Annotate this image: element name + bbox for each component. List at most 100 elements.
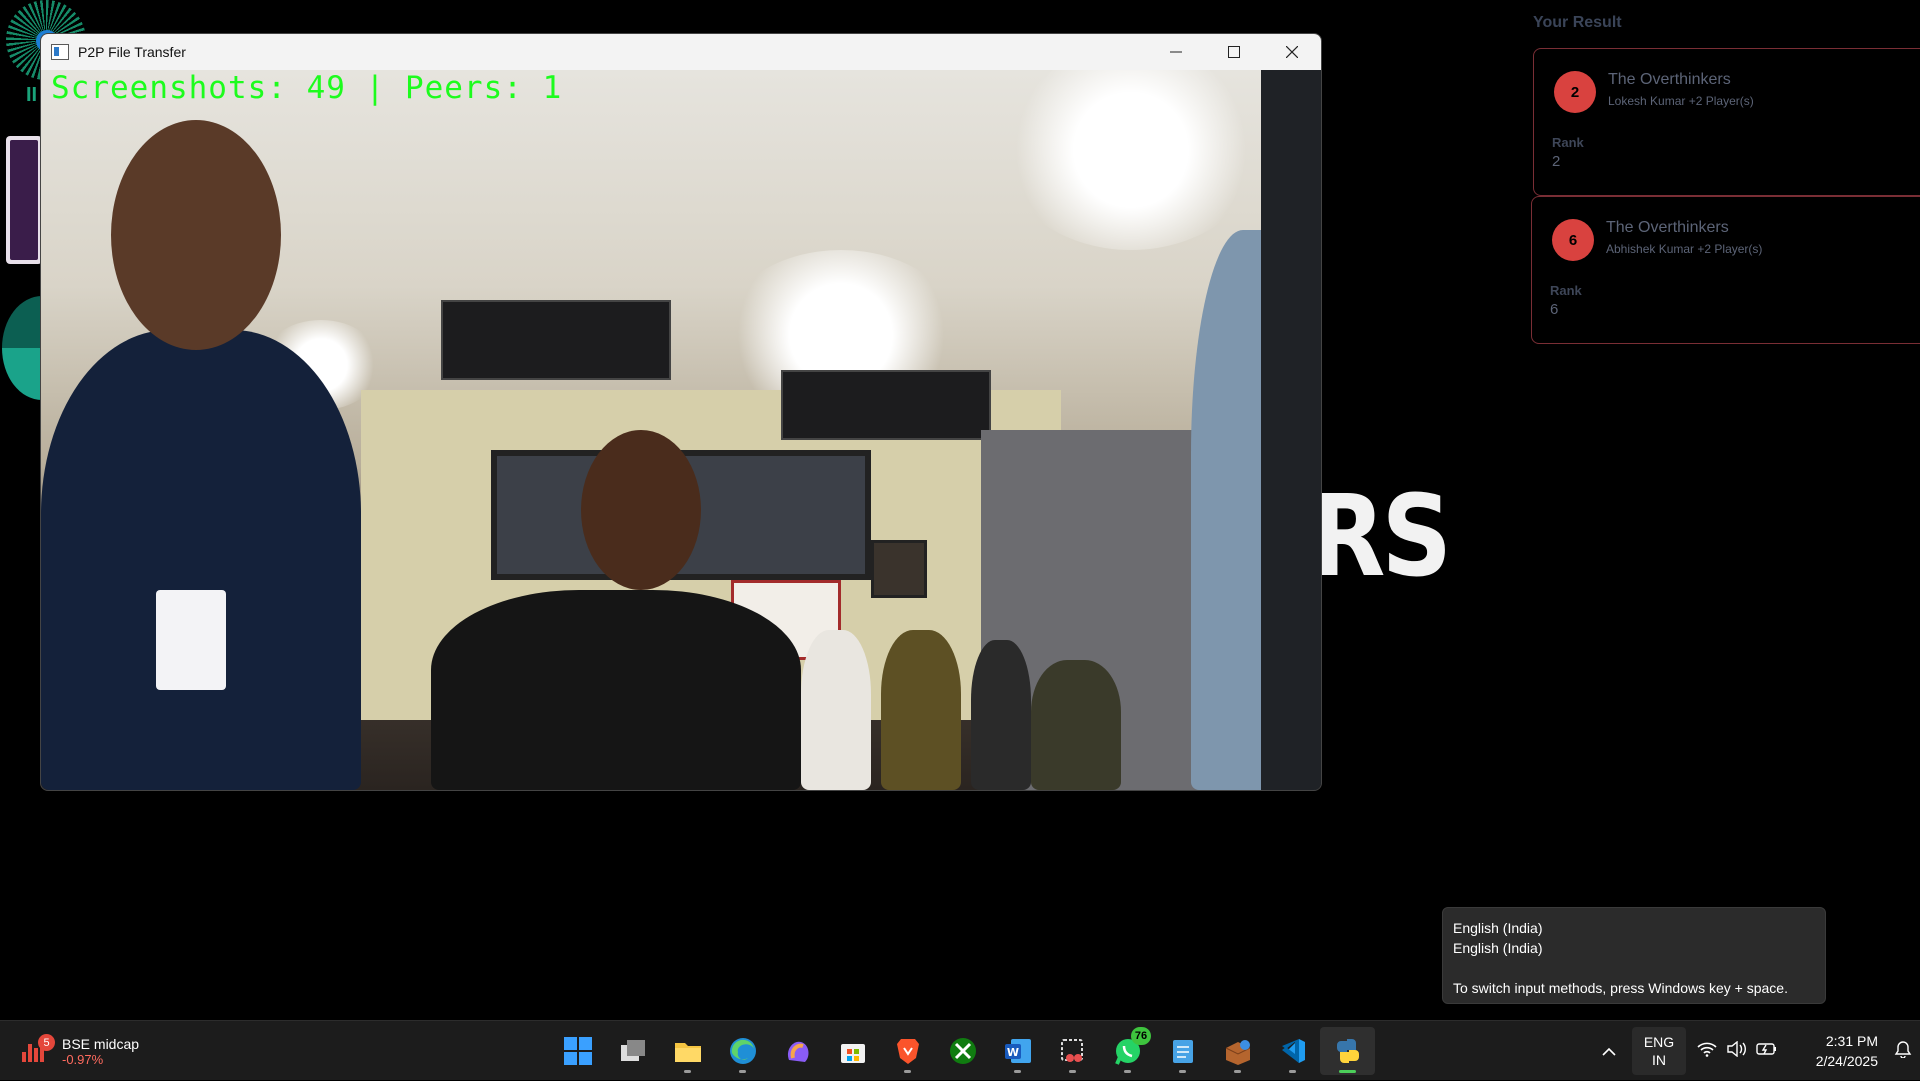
- result-card[interactable]: 2 The Overthinkers Lokesh Kumar +2 Playe…: [1533, 48, 1920, 196]
- word-icon: W: [1004, 1039, 1031, 1063]
- store-icon: [840, 1044, 865, 1063]
- person-head: [581, 430, 701, 590]
- taskbar-app-file-explorer[interactable]: [660, 1027, 715, 1075]
- logo-mark: II: [26, 84, 38, 106]
- rank-badge: 2: [1554, 71, 1596, 113]
- thumbnail-card: [6, 136, 42, 264]
- result-card[interactable]: 6 The Overthinkers Abhishek Kumar +2 Pla…: [1531, 196, 1920, 344]
- close-button[interactable]: [1263, 34, 1321, 70]
- lang-region: IN: [1652, 1052, 1666, 1068]
- person: [801, 630, 871, 790]
- python-icon: [1336, 1039, 1359, 1063]
- wifi-icon: [1697, 1042, 1717, 1057]
- results-title: Your Result: [1533, 14, 1622, 31]
- taskbar-app-package[interactable]: [1210, 1027, 1265, 1075]
- close-icon: [1286, 46, 1298, 58]
- clock-time: 2:31 PM: [1825, 1033, 1878, 1049]
- copilot-icon: [787, 1041, 808, 1062]
- package-icon: [1225, 1040, 1250, 1065]
- battery-charging-icon: [1756, 1042, 1776, 1055]
- rank-label: Rank: [1550, 283, 1582, 298]
- wifi-button[interactable]: [1692, 1041, 1722, 1062]
- team-players: Lokesh Kumar +2 Player(s): [1608, 94, 1754, 108]
- taskbar-app-brave[interactable]: [880, 1027, 935, 1075]
- person: [881, 630, 961, 790]
- wall-frame: [871, 540, 927, 598]
- notifications-button[interactable]: [1886, 1040, 1920, 1063]
- p2p-window[interactable]: P2P File Transfer Screenshots: 49 | Peer…: [40, 33, 1322, 791]
- person: [41, 330, 361, 790]
- maximize-button[interactable]: [1205, 34, 1263, 70]
- lang-code: ENG: [1643, 1034, 1675, 1050]
- camera-feed: Screenshots: 49 | Peers: 1: [41, 70, 1321, 790]
- task-view-button[interactable]: [605, 1027, 660, 1075]
- chevron-up-icon: [1602, 1047, 1616, 1056]
- taskbar-app-copilot[interactable]: [770, 1027, 825, 1075]
- taskbar: 5 BSE midcap -0.97% W 76 ENG IN 2:31 PM …: [0, 1020, 1920, 1080]
- app-window-icon: [51, 44, 69, 60]
- team-players: Abhishek Kumar +2 Player(s): [1606, 242, 1763, 256]
- input-method-tooltip: English (India) English (India) To switc…: [1442, 907, 1826, 1004]
- ceiling-light: [1001, 70, 1261, 250]
- team-name: The Overthinkers: [1606, 219, 1729, 236]
- task-view-icon: [620, 1040, 645, 1061]
- xbox-icon: [949, 1038, 976, 1064]
- window-title: P2P File Transfer: [78, 44, 186, 60]
- rank-badge: 6: [1552, 219, 1594, 261]
- notification-bell-icon: [1894, 1040, 1912, 1059]
- brave-icon: [896, 1039, 919, 1064]
- folder-icon: [674, 1043, 701, 1062]
- person: [1031, 660, 1121, 790]
- tooltip-hint: To switch input methods, press Windows k…: [1453, 980, 1788, 996]
- taskbar-app-python[interactable]: [1320, 1027, 1375, 1075]
- person: [1261, 70, 1321, 790]
- system-tray: ENG IN 2:31 PM 2/24/2025: [1592, 1021, 1920, 1081]
- widget-change: -0.97%: [62, 1051, 104, 1067]
- minimize-icon: [1170, 51, 1182, 53]
- minimize-button[interactable]: [1147, 34, 1205, 70]
- clock-date: 2/24/2025: [1815, 1053, 1878, 1069]
- snipping-icon: [1060, 1039, 1083, 1062]
- stock-chart-icon: 5: [20, 1034, 55, 1064]
- taskbar-app-edge[interactable]: [715, 1027, 770, 1075]
- start-button[interactable]: [550, 1027, 605, 1075]
- widget-title: BSE midcap: [62, 1035, 140, 1052]
- person: [971, 640, 1031, 790]
- volume-icon: [1727, 1040, 1746, 1057]
- person: [431, 590, 801, 790]
- taskbar-app-whatsapp[interactable]: 76: [1100, 1027, 1155, 1075]
- team-name: The Overthinkers: [1608, 71, 1731, 88]
- taskbar-app-snipping-tool[interactable]: [1045, 1027, 1100, 1075]
- maximize-icon: [1228, 46, 1240, 58]
- taskbar-app-store[interactable]: [825, 1027, 880, 1075]
- windows-icon: [563, 1037, 592, 1065]
- background-big-text: RS: [1310, 471, 1452, 603]
- taskbar-app-word[interactable]: W: [990, 1027, 1045, 1075]
- ac-unit: [781, 370, 991, 440]
- tooltip-line: English (India): [1453, 920, 1543, 936]
- tooltip-line: English (India): [1453, 940, 1543, 956]
- rank-value: 2: [1552, 153, 1561, 170]
- notepad-icon: [1172, 1040, 1193, 1063]
- volume-button[interactable]: [1722, 1040, 1752, 1062]
- taskbar-app-vscode[interactable]: [1265, 1027, 1320, 1075]
- rank-value: 6: [1550, 301, 1559, 318]
- person-head: [111, 120, 281, 350]
- widget-badge: 5: [38, 1034, 55, 1051]
- show-hidden-icons-button[interactable]: [1592, 1041, 1626, 1062]
- taskbar-app-xbox[interactable]: [935, 1027, 990, 1075]
- window-titlebar[interactable]: P2P File Transfer: [41, 34, 1321, 70]
- input-language-button[interactable]: ENG IN: [1632, 1027, 1686, 1075]
- taskbar-app-notepad[interactable]: [1155, 1027, 1210, 1075]
- whatsapp-badge: 76: [1131, 1027, 1151, 1045]
- vscode-icon: [1281, 1039, 1305, 1063]
- overlay-status-text: Screenshots: 49 | Peers: 1: [51, 70, 563, 106]
- stock-widget[interactable]: 5 BSE midcap -0.97%: [20, 1031, 139, 1071]
- taskbar-apps: W 76: [550, 1027, 1375, 1075]
- ac-unit: [441, 300, 671, 380]
- id-card: [156, 590, 226, 690]
- svg-text:W: W: [1006, 1046, 1018, 1059]
- battery-button[interactable]: [1752, 1041, 1782, 1062]
- clock[interactable]: 2:31 PM 2/24/2025: [1782, 1031, 1878, 1071]
- edge-icon: [729, 1038, 756, 1064]
